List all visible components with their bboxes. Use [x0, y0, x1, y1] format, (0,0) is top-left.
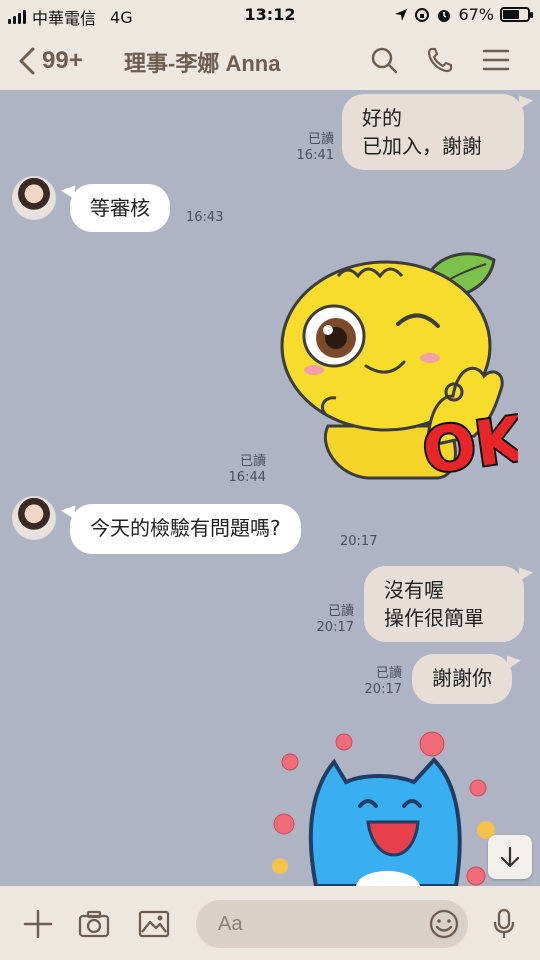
status-right: 67% [394, 5, 533, 24]
status-bar: 中華電信 4G 13:12 67% [0, 0, 540, 30]
camera-icon [78, 910, 110, 938]
read-receipt: 已讀 [239, 454, 266, 469]
avatar[interactable] [12, 496, 56, 540]
plus-icon [23, 909, 53, 939]
message-time: 16:44 [228, 470, 266, 485]
message-text: 沒有喔 [384, 578, 444, 602]
message-time: 20:17 [364, 682, 402, 697]
message-time: 20:17 [340, 534, 378, 549]
lock-rotation-icon [415, 7, 430, 22]
blue-cat-flowers-sticker[interactable] [264, 726, 504, 886]
battery-percent: 67% [458, 5, 494, 24]
arrow-down-icon [500, 846, 520, 868]
message-text: 好的 [362, 106, 402, 130]
menu-icon [482, 49, 510, 71]
battery-icon [500, 7, 533, 22]
message-bubble-outgoing[interactable]: 好的 已加入，謝謝 [342, 94, 524, 170]
sticker-ok-text: OK [418, 402, 518, 489]
menu-button[interactable] [480, 44, 512, 76]
message-time: 20:17 [316, 620, 354, 635]
input-bar [0, 886, 540, 960]
message-text: 已加入，謝謝 [362, 134, 482, 158]
gallery-button[interactable] [136, 906, 172, 942]
message-text: 今天的檢驗有問題嗎? [90, 516, 281, 540]
message-text: 等審核 [90, 196, 150, 220]
camera-button[interactable] [76, 906, 112, 942]
back-button[interactable]: 99+ [18, 44, 108, 78]
alarm-icon [438, 9, 451, 22]
message-time: 16:43 [186, 210, 224, 225]
image-icon [138, 910, 170, 938]
search-icon [371, 47, 398, 74]
scroll-to-bottom-button[interactable] [488, 835, 532, 879]
battery-fill [503, 10, 519, 19]
chat-app: 中華電信 4G 13:12 67% 99+ 理事-李娜 Anna 已讀 16:4… [0, 0, 540, 960]
voice-button[interactable] [486, 906, 522, 942]
message-bubble-incoming[interactable]: 今天的檢驗有問題嗎? [70, 504, 301, 554]
message-meta: 已讀 16:41 [286, 132, 334, 164]
message-time: 16:41 [296, 148, 334, 163]
emoji-button[interactable] [428, 908, 460, 940]
call-button[interactable] [424, 44, 456, 76]
mic-icon [493, 908, 515, 938]
read-receipt: 已讀 [375, 666, 402, 681]
message-text: 操作很簡單 [384, 606, 484, 630]
avatar[interactable] [12, 176, 56, 220]
phone-icon [427, 47, 453, 73]
message-bubble-outgoing[interactable]: 沒有喔 操作很簡單 [364, 566, 524, 642]
chat-header: 99+ 理事-李娜 Anna [0, 30, 540, 90]
read-receipt: 已讀 [327, 604, 354, 619]
message-bubble-outgoing[interactable]: 謝謝你 [412, 654, 512, 704]
location-icon [395, 8, 408, 21]
message-meta: 已讀 16:44 [218, 454, 266, 486]
message-meta: 已讀 20:17 [354, 666, 402, 698]
back-chevron-icon [19, 47, 35, 75]
ok-wink-sticker[interactable]: OK [278, 246, 518, 492]
message-bubble-incoming[interactable]: 等審核 [70, 184, 170, 232]
message-text: 謝謝你 [432, 666, 492, 690]
chat-title: 理事-李娜 Anna [124, 51, 281, 76]
add-button[interactable] [20, 906, 56, 942]
message-meta: 已讀 20:17 [306, 604, 354, 636]
emoji-icon [429, 909, 459, 939]
unread-count: 99+ [42, 47, 83, 74]
read-receipt: 已讀 [307, 132, 334, 147]
search-button[interactable] [368, 44, 400, 76]
message-list[interactable]: 已讀 16:41 好的 已加入，謝謝 等審核 16:43 已讀 16:44 OK… [0, 90, 540, 886]
